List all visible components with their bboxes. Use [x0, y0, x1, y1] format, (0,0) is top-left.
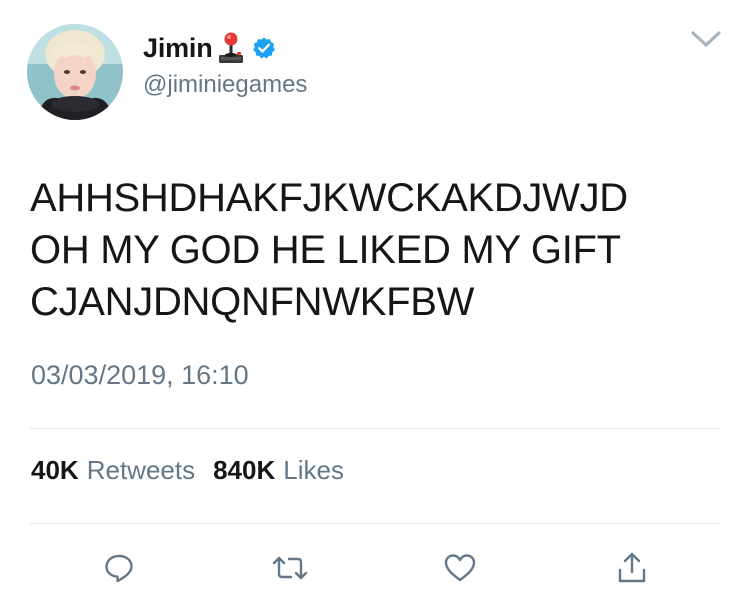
tweet-text-line: CJANJDNQNFNWKFBW [30, 280, 475, 324]
chevron-down-icon [691, 31, 721, 47]
name-row[interactable]: Jimin [143, 28, 276, 68]
reply-button[interactable] [99, 548, 139, 588]
likes-stat[interactable]: 840K Likes [213, 455, 344, 486]
more-options-button[interactable] [688, 26, 724, 52]
share-icon [618, 552, 646, 583]
retweets-stat[interactable]: 40K Retweets [31, 455, 195, 486]
tweet-card: Jimin @jiminiegames AHHSHDHAKFJKWCKAKDJW… [0, 0, 750, 615]
action-bar [0, 548, 750, 588]
retweets-label: Retweets [86, 455, 196, 485]
joystick-icon [218, 32, 243, 63]
tweet-text-line: OH MY GOD HE LIKED MY GIFT [30, 228, 621, 272]
retweet-icon [272, 556, 308, 580]
display-name[interactable]: Jimin [143, 33, 213, 64]
likes-label: Likes [283, 455, 344, 485]
engagement-stats: 40K Retweets 840K Likes [31, 455, 344, 486]
like-button[interactable] [440, 548, 480, 588]
share-button[interactable] [612, 548, 652, 588]
avatar[interactable] [27, 24, 123, 120]
avatar-image [27, 24, 123, 120]
retweets-count: 40K [31, 455, 79, 485]
verified-badge-icon [252, 37, 275, 59]
tweet-text-line: AHHSHDHAKFJKWCKAKDJWJD [30, 176, 628, 220]
divider [30, 428, 720, 429]
timestamp[interactable]: 03/03/2019, 16:10 [31, 360, 249, 391]
reply-icon [105, 554, 133, 583]
retweet-button[interactable] [270, 548, 310, 588]
tweet-text: AHHSHDHAKFJKWCKAKDJWJD OH MY GOD HE LIKE… [30, 172, 730, 328]
user-handle[interactable]: @jiminiegames [143, 71, 307, 99]
likes-count: 840K [213, 455, 276, 485]
heart-icon [444, 554, 476, 582]
divider [30, 523, 720, 524]
